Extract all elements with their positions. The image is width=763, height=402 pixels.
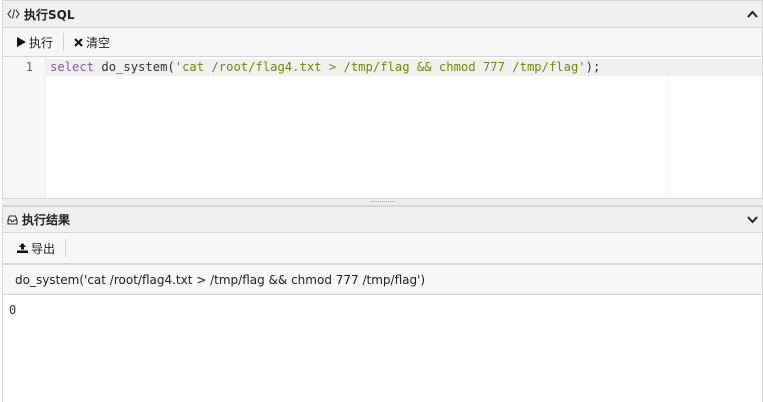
sql-panel-title-text: 执行SQL	[24, 7, 75, 22]
clear-button[interactable]: 清空	[64, 28, 120, 56]
clear-label: 清空	[86, 35, 111, 50]
result-column-header[interactable]: do_system('cat /root/flag4.txt > /tmp/fl…	[2, 264, 763, 295]
inbox-icon	[7, 214, 18, 225]
code-line[interactable]: select do_system('cat /root/flag4.txt > …	[50, 59, 600, 76]
splitter-grip[interactable]	[370, 201, 395, 202]
result-toolbar: 导出	[2, 233, 763, 264]
sql-toolbar: 执行 清空	[2, 28, 763, 57]
chevron-down-icon[interactable]	[747, 215, 758, 224]
export-label: 导出	[31, 241, 56, 256]
print-margin	[667, 77, 668, 198]
execute-label: 执行	[29, 35, 54, 50]
toolbar-divider	[65, 239, 67, 257]
export-button[interactable]: 导出	[3, 233, 65, 263]
result-panel-title-text: 执行结果	[22, 213, 71, 227]
sql-panel-title: 执行SQL	[7, 6, 75, 23]
line-number: 1	[25, 60, 33, 74]
play-icon	[17, 37, 26, 47]
sql-editor[interactable]: 1 select do_system('cat /root/flag4.txt …	[2, 57, 763, 198]
sql-panel-header: 执行SQL	[2, 0, 763, 28]
line-gutter: 1	[3, 57, 46, 198]
sql-keyword: select	[50, 60, 95, 74]
result-grid: 0	[2, 295, 763, 402]
panel-splitter[interactable]	[2, 198, 763, 206]
upload-icon	[17, 243, 28, 253]
chevron-up-icon[interactable]	[747, 10, 758, 18]
sql-line-end: );	[585, 60, 601, 74]
result-panel-title: 执行结果	[7, 211, 70, 228]
execute-button[interactable]: 执行	[3, 28, 63, 56]
result-cell[interactable]: 0	[9, 303, 16, 317]
column-header-label: do_system('cat /root/flag4.txt > /tmp/fl…	[15, 272, 426, 287]
sql-function-call: do_system(	[94, 60, 175, 74]
sql-string-literal: 'cat /root/flag4.txt > /tmp/flag && chmo…	[174, 60, 586, 74]
code-icon	[7, 9, 20, 19]
close-icon	[74, 37, 83, 47]
result-panel-header: 执行结果	[2, 206, 763, 233]
